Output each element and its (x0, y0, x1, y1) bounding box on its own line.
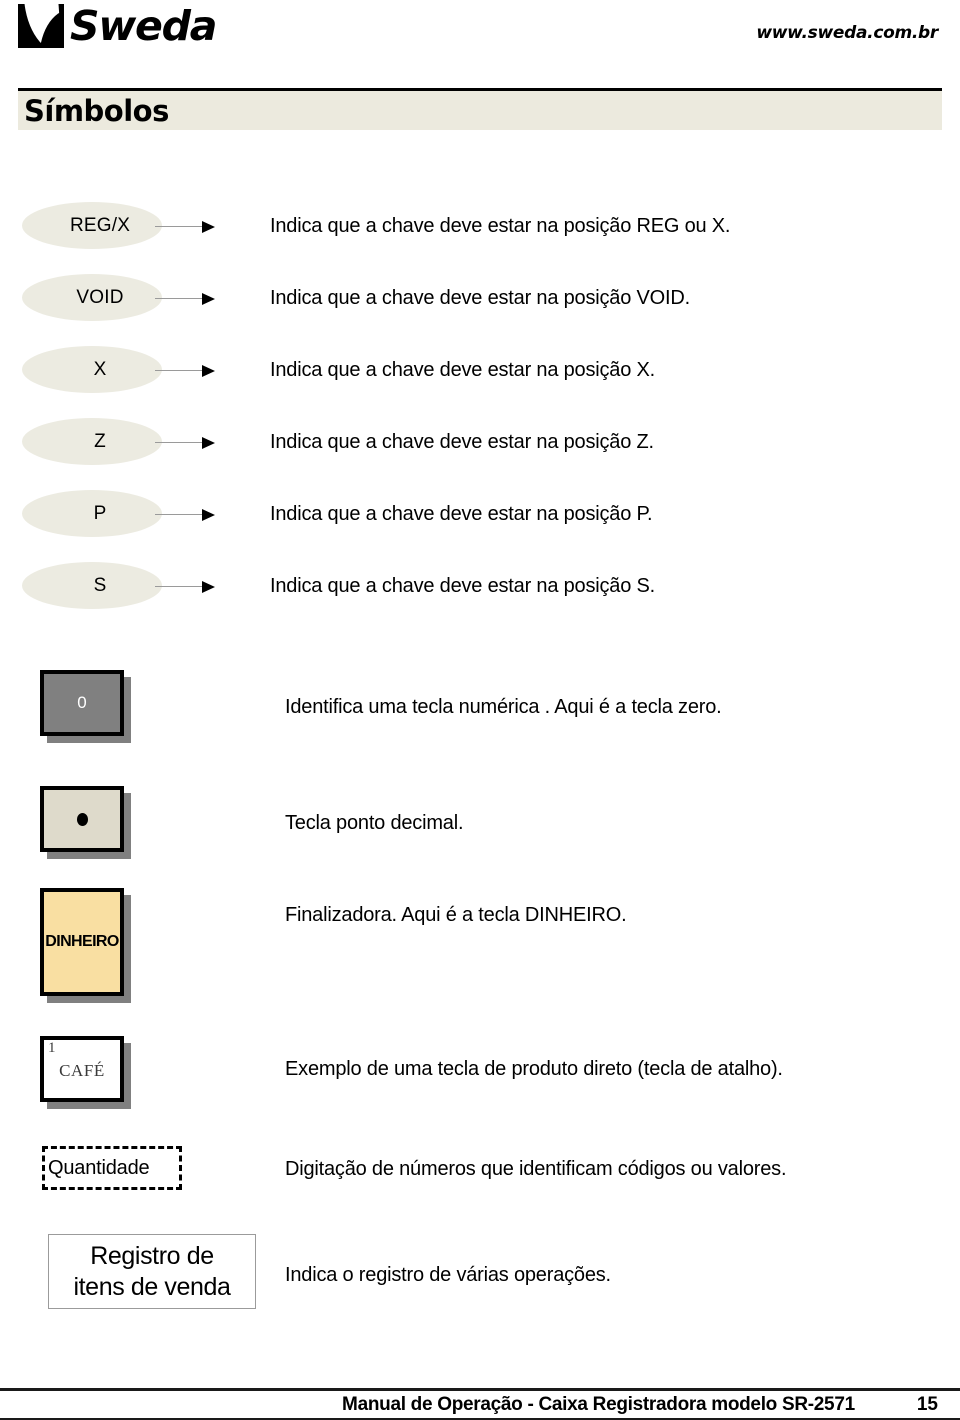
sweda-logo-icon (18, 4, 64, 48)
key-graphic-cell: Registro de itens de venda (0, 1234, 285, 1324)
footer-page-number: 15 (916, 1393, 938, 1415)
page-header: Sweda www.sweda.com.br (0, 0, 960, 80)
symbol-graphic-cell: X (0, 334, 270, 406)
key-row-decimal: Tecla ponto decimal. (0, 786, 960, 888)
position-badge-z: Z (22, 418, 162, 465)
pointer-arrow-icon (155, 581, 223, 593)
symbol-graphic-cell: REG/X (0, 190, 270, 262)
symbol-row: S Indica que a chave deve estar na posiç… (0, 550, 960, 622)
quantity-entry-label: Quantidade (48, 1156, 150, 1179)
symbol-row: REG/X Indica que a chave deve estar na p… (0, 190, 960, 262)
pointer-arrow-icon (155, 437, 223, 449)
position-badge-label: VOID (76, 286, 124, 308)
product-key-label: CAFÉ (59, 1061, 105, 1080)
decimal-key-description: Tecla ponto decimal. (285, 812, 464, 834)
symbol-graphic-cell: Z (0, 406, 270, 478)
brand-name: Sweda (70, 1, 217, 50)
symbol-row: VOID Indica que a chave deve estar na po… (0, 262, 960, 334)
symbol-description: Indica que a chave deve estar na posição… (270, 286, 690, 309)
pointer-line (155, 442, 205, 443)
decimal-point-key (40, 786, 124, 852)
symbol-description: Indica que a chave deve estar na posição… (270, 502, 653, 525)
position-badge-label: X (93, 358, 107, 380)
position-badge-void: VOID (22, 274, 162, 321)
position-badge-x: X (22, 346, 162, 393)
arrow-head-icon (202, 581, 215, 593)
operations-line-1: Registro de (90, 1241, 214, 1270)
symbol-description: Indica que a chave deve estar na posição… (270, 358, 655, 381)
pointer-arrow-icon (155, 221, 223, 233)
symbol-description: Indica que a chave deve estar na posição… (270, 574, 655, 597)
pointer-line (155, 514, 205, 515)
numeric-key-label: 0 (77, 693, 87, 712)
arrow-head-icon (202, 365, 215, 377)
symbol-row: X Indica que a chave deve estar na posiç… (0, 334, 960, 406)
pointer-line (155, 586, 205, 587)
quantity-entry-box: Quantidade (42, 1146, 182, 1190)
quantity-description: Digitação de números que identificam cód… (285, 1158, 787, 1180)
operations-line-2: itens de venda (73, 1272, 231, 1301)
pointer-line (155, 370, 205, 371)
pointer-arrow-icon (155, 509, 223, 521)
key-graphic-cell: 1 CAFÉ (0, 1036, 285, 1146)
position-badge-label: Z (94, 430, 106, 452)
page-footer: Manual de Operação - Caixa Registradora … (0, 1388, 960, 1420)
product-key-corner-number: 1 (48, 1040, 56, 1056)
key-graphic-cell: Quantidade (0, 1146, 285, 1234)
arrow-head-icon (202, 509, 215, 521)
key-row-finalizer: DINHEIRO Finalizadora. Aqui é a tecla DI… (0, 888, 960, 1036)
key-graphic-cell: DINHEIRO (0, 888, 285, 1036)
symbol-row: Z Indica que a chave deve estar na posiç… (0, 406, 960, 478)
symbol-description: Indica que a chave deve estar na posição… (270, 430, 654, 453)
arrow-head-icon (202, 221, 215, 233)
position-badge-label: P (93, 502, 107, 524)
website-url: www.sweda.com.br (756, 23, 938, 43)
pointer-line (155, 298, 205, 299)
arrow-head-icon (202, 437, 215, 449)
key-position-symbol-list: REG/X Indica que a chave deve estar na p… (0, 190, 960, 622)
arrow-head-icon (202, 293, 215, 305)
pointer-arrow-icon (155, 365, 223, 377)
key-graphic-cell: 0 (0, 670, 285, 786)
key-graphic-cell (0, 786, 285, 888)
numeric-key-description: Identifica uma tecla numérica . Aqui é a… (285, 696, 722, 718)
numeric-key-zero: 0 (40, 670, 124, 736)
section-title-band: Símbolos (18, 88, 942, 130)
title-band-inner: Símbolos (18, 91, 942, 130)
position-badge-p: P (22, 490, 162, 537)
pointer-line (155, 226, 205, 227)
key-row-quantity: Quantidade Digitação de números que iden… (0, 1146, 960, 1234)
operations-block-box: Registro de itens de venda (48, 1234, 256, 1309)
product-shortcut-key-cafe: 1 CAFÉ (40, 1036, 124, 1102)
pointer-arrow-icon (155, 293, 223, 305)
product-key-description: Exemplo de uma tecla de produto direto (… (285, 1058, 783, 1080)
position-badge-label: REG/X (69, 214, 131, 236)
keycap-symbol-list: 0 Identifica uma tecla numérica . Aqui é… (0, 670, 960, 1324)
position-badge-s: S (22, 562, 162, 609)
footer-content: Manual de Operação - Caixa Registradora … (0, 1391, 960, 1418)
position-badge-label: S (93, 574, 107, 596)
operations-description: Indica o registro de várias operações. (285, 1264, 611, 1286)
finalizer-key-description: Finalizadora. Aqui é a tecla DINHEIRO. (285, 904, 627, 926)
symbol-row: P Indica que a chave deve estar na posiç… (0, 478, 960, 550)
page-title: Símbolos (24, 93, 169, 128)
key-row-numeric: 0 Identifica uma tecla numérica . Aqui é… (0, 670, 960, 786)
symbol-description: Indica que a chave deve estar na posição… (270, 214, 731, 237)
key-row-operations: Registro de itens de venda Indica o regi… (0, 1234, 960, 1324)
key-row-product: 1 CAFÉ Exemplo de uma tecla de produto d… (0, 1036, 960, 1146)
finalizer-key-dinheiro: DINHEIRO (40, 888, 124, 996)
symbol-graphic-cell: S (0, 550, 270, 622)
position-badge-regx: REG/X (22, 202, 162, 249)
symbol-graphic-cell: VOID (0, 262, 270, 334)
footer-manual-title: Manual de Operação - Caixa Registradora … (342, 1393, 855, 1415)
symbol-graphic-cell: P (0, 478, 270, 550)
brand-logo: Sweda (18, 1, 217, 50)
decimal-dot-icon (76, 812, 88, 826)
finalizer-key-label: DINHEIRO (45, 933, 119, 950)
